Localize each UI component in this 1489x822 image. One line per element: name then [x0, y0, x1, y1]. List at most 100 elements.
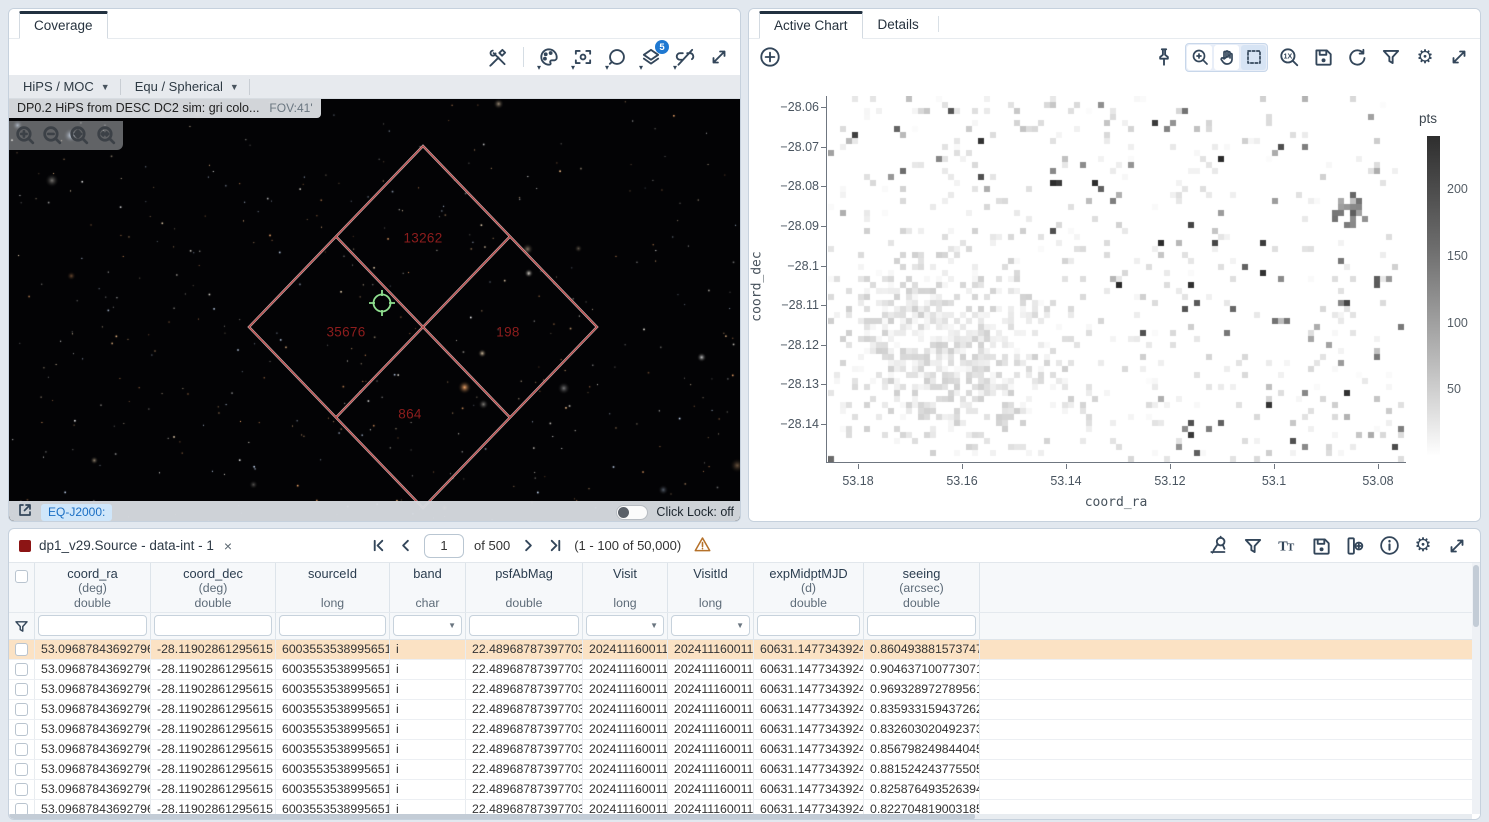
column-header-psfAbMag[interactable]: psfAbMag double [466, 563, 583, 612]
row-checkbox[interactable] [15, 663, 28, 676]
zoom-fit-icon[interactable] [68, 124, 91, 147]
text-view-icon[interactable]: TT [1274, 533, 1300, 559]
coverage-tabbar: Coverage [9, 9, 740, 39]
filter-input-Visit[interactable] [586, 615, 664, 636]
table-cell: 53.09687843692796 [35, 640, 151, 659]
row-checkbox[interactable] [15, 783, 28, 796]
expand-icon[interactable] [1446, 44, 1472, 70]
filter-input-coord_dec[interactable] [154, 615, 272, 636]
table-row[interactable]: 53.09687843692796-28.1190286129561560035… [9, 700, 1480, 720]
coord-readout: EQ-J2000: [41, 504, 112, 521]
info-icon[interactable] [1376, 533, 1402, 559]
table-row[interactable]: 53.09687843692796-28.1190286129561560035… [9, 780, 1480, 800]
tools-icon[interactable] [485, 44, 511, 70]
external-link-icon[interactable] [17, 502, 33, 523]
settings-icon[interactable]: ⚙ [1412, 44, 1438, 70]
expand-icon[interactable] [706, 44, 732, 70]
column-header-VisitId[interactable]: VisitId long [668, 563, 754, 612]
column-header-expMidptMJD[interactable]: expMidptMJD(d)double [754, 563, 864, 612]
column-header-Visit[interactable]: Visit long [583, 563, 668, 612]
prev-page-icon[interactable] [397, 537, 414, 554]
column-header-sourceId[interactable]: sourceId long [276, 563, 390, 612]
filter-input-coord_ra[interactable] [38, 615, 147, 636]
zoom-out-icon[interactable] [41, 124, 64, 147]
chevron-down-icon: ▾ [537, 64, 541, 72]
zoom-reset-icon[interactable]: 1X [1276, 44, 1302, 70]
filter-input-sourceId[interactable] [279, 615, 386, 636]
vertical-scrollbar[interactable] [1472, 563, 1480, 814]
warning-icon[interactable] [693, 535, 712, 557]
colorbar-tick-label: 150 [1447, 249, 1468, 263]
save-icon[interactable] [1308, 533, 1334, 559]
filter-input-psfAbMag[interactable] [469, 615, 579, 636]
projection-dropdown[interactable]: Equ / Spherical ▼ [121, 75, 249, 98]
column-header-band[interactable]: band char [390, 563, 466, 612]
filter-icon[interactable] [1378, 44, 1404, 70]
zoom-fill-icon[interactable] [95, 124, 118, 147]
table-title: dp1_v29.Source - data-int - 1 [39, 538, 214, 553]
horizontal-scrollbar[interactable] [9, 814, 1472, 819]
click-lock-toggle[interactable] [616, 505, 648, 520]
tab-details[interactable]: Details [863, 12, 934, 38]
recenter-icon[interactable]: ▾ [570, 44, 596, 70]
filter-input-VisitId[interactable] [671, 615, 750, 636]
row-checkbox[interactable] [15, 703, 28, 716]
last-page-icon[interactable] [547, 537, 564, 554]
sky-view[interactable]: 1326235676198864 DP0.2 HiPS from DESC DC… [9, 99, 741, 522]
row-checkbox[interactable] [15, 723, 28, 736]
tab-coverage[interactable]: Coverage [19, 11, 108, 39]
next-page-icon[interactable] [520, 537, 537, 554]
row-checkbox[interactable] [15, 743, 28, 756]
scrollbar-thumb[interactable] [1473, 565, 1479, 627]
first-page-icon[interactable] [370, 537, 387, 554]
filter-icon[interactable] [13, 618, 30, 635]
heatmap-plot-area[interactable] [826, 96, 1406, 463]
row-checkbox[interactable] [15, 683, 28, 696]
y-tick-label: −28.11 [761, 298, 819, 312]
filter-input-band[interactable] [393, 615, 462, 636]
color-palette-icon[interactable]: ▾ [536, 44, 562, 70]
settings-icon[interactable]: ⚙ [1410, 533, 1436, 559]
pan-hand-icon[interactable] [1214, 45, 1239, 70]
add-chart-icon[interactable] [757, 44, 783, 70]
save-icon[interactable] [1310, 44, 1336, 70]
table-cell: i [390, 640, 466, 659]
row-checkbox[interactable] [15, 763, 28, 776]
overlay-link-icon[interactable]: ▾ [672, 44, 698, 70]
filter-icon[interactable] [1240, 533, 1266, 559]
pin-icon[interactable] [1151, 44, 1177, 70]
expand-icon[interactable] [1444, 533, 1470, 559]
table-row[interactable]: 53.09687843692796-28.1190286129561560035… [9, 720, 1480, 740]
table-cell: i [390, 780, 466, 799]
scrollbar-thumb[interactable] [9, 814, 975, 819]
column-header-coord_dec[interactable]: coord_dec(deg)double [151, 563, 276, 612]
table-cell: 2024111600111 [668, 760, 754, 779]
table-row[interactable]: 53.09687843692796-28.1190286129561560035… [9, 640, 1480, 660]
zoom-in-icon[interactable] [14, 124, 37, 147]
select-area-icon[interactable]: ▾ [604, 44, 630, 70]
footprint-id-label: 864 [398, 407, 421, 422]
row-checkbox[interactable] [15, 643, 28, 656]
hips-moc-dropdown[interactable]: HiPS / MOC ▼ [9, 75, 120, 98]
footprint-overlay [9, 99, 741, 522]
chevron-down-icon: ▾ [639, 64, 643, 72]
zoom-in-icon[interactable] [1187, 45, 1212, 70]
close-icon[interactable]: × [224, 538, 232, 554]
select-all-checkbox[interactable] [15, 570, 28, 583]
tab-active-chart[interactable]: Active Chart [759, 11, 863, 39]
table-row[interactable]: 53.09687843692796-28.1190286129561560035… [9, 680, 1480, 700]
pick-tool-icon[interactable] [1206, 533, 1232, 559]
box-select-icon[interactable] [1241, 45, 1266, 70]
filter-input-expMidptMJD[interactable] [757, 615, 860, 636]
table-row[interactable]: 53.09687843692796-28.1190286129561560035… [9, 660, 1480, 680]
restore-icon[interactable] [1344, 44, 1370, 70]
hips-survey-chip[interactable]: DP0.2 HiPS from DESC DC2 sim: gri colo..… [9, 99, 321, 118]
add-column-icon[interactable] [1342, 533, 1368, 559]
table-row[interactable]: 53.09687843692796-28.1190286129561560035… [9, 760, 1480, 780]
column-header-seeing[interactable]: seeing(arcsec)double [864, 563, 980, 612]
filter-input-seeing[interactable] [867, 615, 976, 636]
page-number-input[interactable] [424, 534, 464, 558]
column-header-coord_ra[interactable]: coord_ra(deg)double [35, 563, 151, 612]
table-row[interactable]: 53.09687843692796-28.1190286129561560035… [9, 740, 1480, 760]
layers-icon[interactable]: 5 ▾ [638, 44, 664, 70]
